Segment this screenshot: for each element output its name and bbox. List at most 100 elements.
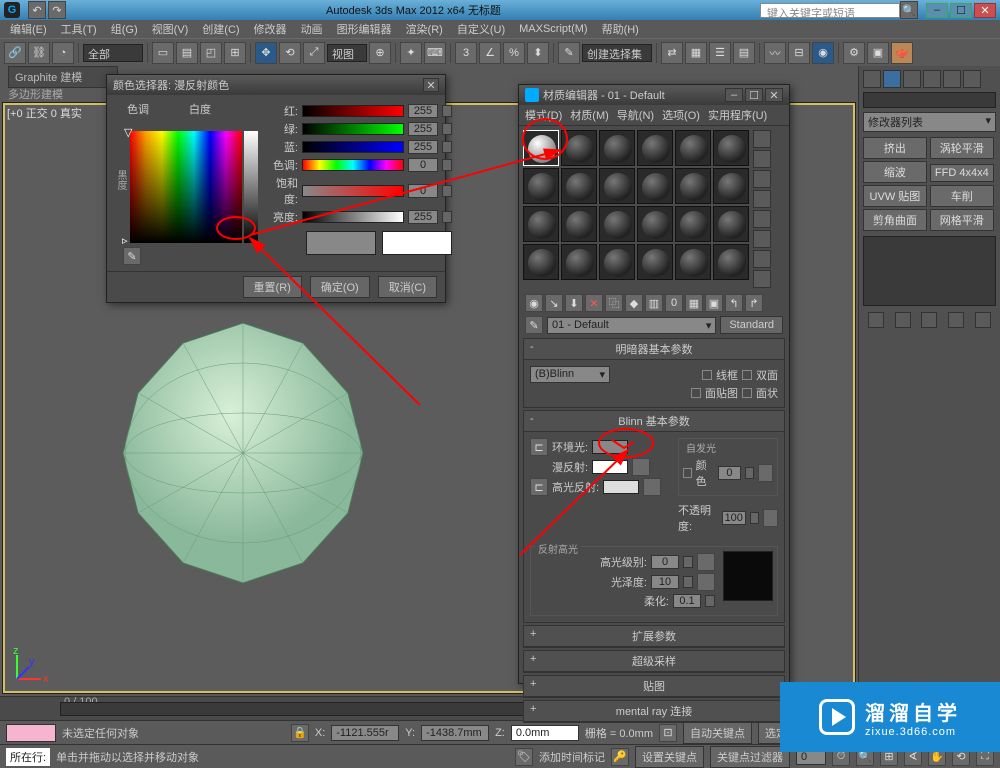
mod-uvw[interactable]: UVW 贴图 [863,185,927,207]
display-tab-icon[interactable] [943,70,961,88]
material-slot[interactable] [637,168,673,204]
si-value[interactable]: 0 [718,466,741,480]
mod-chamfer[interactable]: 剪角曲面 [863,209,927,231]
scale-icon[interactable]: ⤢ [303,42,325,64]
reset-map-icon[interactable]: ✕ [585,294,603,312]
schematic-icon[interactable]: ⊟ [788,42,810,64]
material-slot[interactable] [599,168,635,204]
specular-swatch[interactable] [603,480,639,494]
remove-mod-icon[interactable] [948,312,964,328]
align-icon[interactable]: ▦ [685,42,707,64]
show-end-result-icon[interactable]: ▣ [705,294,723,312]
soften-spinner[interactable] [705,595,715,607]
gloss-value[interactable]: 10 [651,575,679,589]
spinner-snap-icon[interactable]: ⬍ [527,42,549,64]
material-name-dropdown[interactable]: 01 - Default▾ [547,317,716,334]
keyfilter-button[interactable]: 关键点过滤器 [710,746,790,768]
mod-ffd[interactable]: FFD 4x4x4 [930,164,994,182]
menu-render[interactable]: 渲染(R) [400,20,449,38]
pick-material-icon[interactable]: ✎ [525,316,543,334]
val-value[interactable]: 255 [408,210,438,224]
gloss-map-icon[interactable] [697,573,715,591]
keyboard-icon[interactable]: ⌨ [424,42,446,64]
ss-rollout-header[interactable]: +超级采样 [524,651,784,672]
undo-icon[interactable]: ↶ [28,1,46,19]
color-picker-titlebar[interactable]: 颜色选择器: 漫反射颜色 ✕ [107,75,445,95]
opacity-spinner[interactable] [750,512,759,524]
material-editor-icon[interactable]: ◉ [812,42,834,64]
hue-value[interactable]: 0 [408,158,438,172]
green-value[interactable]: 255 [408,122,438,136]
mod-lathe[interactable]: 车削 [930,185,994,207]
assign-icon[interactable]: ⬇ [565,294,583,312]
go-parent-icon[interactable]: ↰ [725,294,743,312]
red-spinner[interactable] [442,105,452,117]
minimize-button[interactable]: – [926,3,948,18]
copy-icon[interactable]: ⿻ [605,294,623,312]
window-crossing-icon[interactable]: ⊞ [224,42,246,64]
material-slot[interactable] [675,168,711,204]
hue-slider[interactable] [302,159,404,171]
unique-icon[interactable] [921,312,937,328]
mat-close-button[interactable]: ✕ [765,88,783,102]
diffuse-swatch[interactable] [592,460,628,474]
select-region-icon[interactable]: ◰ [200,42,222,64]
mod-extrude[interactable]: 挤出 [863,137,927,159]
rotate-icon[interactable]: ⟲ [279,42,301,64]
face-map-checkbox[interactable] [691,388,701,398]
diffuse-map-icon[interactable] [632,458,650,476]
background-icon[interactable] [753,170,771,188]
opacity-value[interactable]: 100 [722,511,746,525]
lock-selection-icon[interactable]: 🔒 [291,724,309,742]
quick-access[interactable]: ↶ ↷ [28,1,66,19]
viewport-label[interactable]: [+0 正交 0 真实 [7,105,82,121]
soften-value[interactable]: 0.1 [673,594,701,608]
material-slot[interactable] [637,130,673,166]
material-slot[interactable] [599,206,635,242]
spec-level-map-icon[interactable] [697,553,715,571]
object-name-input[interactable] [863,92,996,108]
hue-spinner[interactable] [442,159,452,171]
material-slot[interactable] [599,130,635,166]
named-sets-icon[interactable]: ✎ [558,42,580,64]
isolate-icon[interactable]: ⊡ [659,724,677,742]
material-slot[interactable] [523,206,559,242]
material-slot[interactable] [675,206,711,242]
green-spinner[interactable] [442,123,452,135]
link-icon[interactable]: 🔗 [4,42,26,64]
setkey-button[interactable]: 设置关键点 [635,746,704,768]
sat-value[interactable]: 0 [408,184,438,198]
put-scene-icon[interactable]: ↘ [545,294,563,312]
val-spinner[interactable] [442,211,452,223]
menu-help[interactable]: 帮助(H) [596,20,645,38]
coord-y[interactable]: -1438.7mm [421,725,489,741]
mat-menu-mode[interactable]: 模式(D) [525,107,562,123]
spec-level-spinner[interactable] [683,556,693,568]
lock-ambient-icon[interactable]: ⊏ [530,438,548,456]
si-spinner[interactable] [745,467,754,479]
material-slot[interactable] [713,130,749,166]
ext-rollout-header[interactable]: +扩展参数 [524,626,784,647]
modifier-list-dropdown[interactable]: 修改器列表▾ [863,112,996,132]
move-icon[interactable]: ✥ [255,42,277,64]
key-icon[interactable]: 🔑 [611,748,629,766]
show-map-icon[interactable]: ▦ [685,294,703,312]
modifier-stack[interactable] [863,236,996,306]
select-icon[interactable]: ▭ [152,42,174,64]
maps-rollout-header[interactable]: +贴图 [524,676,784,697]
help-search-input[interactable]: 键入关键字或短语 [760,3,900,18]
hierarchy-tab-icon[interactable] [903,70,921,88]
sat-spinner[interactable] [442,185,452,197]
get-material-icon[interactable]: ◉ [525,294,543,312]
tag-icon[interactable]: 🏷 [515,748,533,766]
material-slot[interactable] [523,244,559,280]
unique-mat-icon[interactable]: ◆ [625,294,643,312]
material-slot[interactable] [713,206,749,242]
blue-spinner[interactable] [442,141,452,153]
sample-type-icon[interactable] [753,130,771,148]
material-titlebar[interactable]: 材质编辑器 - 01 - Default – ☐ ✕ [519,85,789,105]
snap-icon[interactable]: 3 [455,42,477,64]
menu-graph-editors[interactable]: 图形编辑器 [331,20,398,38]
create-tab-icon[interactable] [863,70,881,88]
polymod-label[interactable]: 多边形建模 [8,86,63,102]
